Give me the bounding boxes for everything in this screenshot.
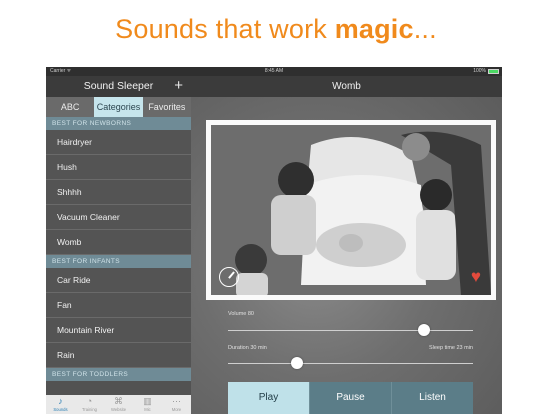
list-item[interactable]: Rain: [46, 343, 191, 368]
sound-list: BEST FOR NEWBORNS Hairdryer Hush Shhhh V…: [46, 117, 191, 381]
list-item[interactable]: Vacuum Cleaner: [46, 205, 191, 230]
volume-slider-knob[interactable]: [418, 324, 430, 336]
segment-favorites[interactable]: Favorites: [143, 97, 191, 117]
now-playing-title: Womb: [191, 76, 502, 97]
list-item[interactable]: Fan: [46, 293, 191, 318]
segment-categories[interactable]: Categories: [94, 97, 143, 117]
tab-label: More: [171, 407, 182, 412]
tab-sounds[interactable]: ♪ Sounds: [46, 395, 75, 414]
tab-label: Sounds: [53, 407, 68, 412]
listen-button[interactable]: Listen: [391, 382, 473, 414]
baby-photo: ♥: [211, 125, 491, 295]
mic-icon: ▥: [143, 396, 152, 406]
sleep-time-label: Sleep time 23 min: [428, 345, 473, 351]
more-icon: ⋯: [172, 396, 181, 406]
photo-illustration: [211, 125, 491, 295]
sound-list-panel: Sound Sleeper + ABC Categories Favorites…: [46, 76, 191, 414]
section-header-infants: BEST FOR INFANTS: [46, 255, 191, 268]
tab-mic[interactable]: ▥ Mic: [133, 395, 162, 414]
volume-slider-track[interactable]: [228, 330, 473, 331]
duration-slider-track[interactable]: [228, 363, 473, 364]
heart-icon[interactable]: ♥: [471, 268, 481, 285]
ipad-screen: Carrier ᯤ 8:45 AM 100% Sound Sleeper + A…: [46, 67, 502, 414]
tab-website[interactable]: ⌘ Website: [104, 395, 133, 414]
music-note-icon: ♪: [58, 396, 63, 406]
status-bar: Carrier ᯤ 8:45 AM 100%: [46, 67, 502, 76]
list-item[interactable]: Shhhh: [46, 180, 191, 205]
list-item[interactable]: Mountain River: [46, 318, 191, 343]
timer-icon[interactable]: [219, 267, 239, 287]
battery-percent: 100%: [473, 68, 486, 74]
app-title: Sound Sleeper: [83, 80, 154, 92]
add-icon[interactable]: +: [174, 76, 183, 97]
headline-suffix: ...: [413, 14, 437, 44]
sound-photo-frame: ♥: [206, 120, 496, 300]
tab-more[interactable]: ⋯ More: [162, 395, 191, 414]
promo-headline: Sounds that work magic...: [0, 14, 552, 45]
sort-segmented-control: ABC Categories Favorites: [46, 97, 191, 117]
tab-training[interactable]: ◔ Training: [75, 395, 104, 414]
player-panel: Womb ♥ Volume 80 Duration 30 min Sleep t…: [191, 76, 502, 414]
list-item[interactable]: Hairdryer: [46, 130, 191, 155]
duration-slider-knob[interactable]: [290, 357, 303, 369]
volume-label: Volume 80: [228, 311, 254, 317]
duration-label: Duration 30 min: [228, 345, 267, 351]
headline-emphasis: magic: [334, 14, 414, 44]
clock-label: 8:45 AM: [264, 68, 284, 74]
list-item[interactable]: Hush: [46, 155, 191, 180]
tab-label: Mic: [144, 407, 151, 412]
section-header-newborns: BEST FOR NEWBORNS: [46, 117, 191, 130]
tab-label: Training: [82, 407, 97, 412]
list-item[interactable]: Womb: [46, 230, 191, 255]
tab-bar: ♪ Sounds ◔ Training ⌘ Website ▥ Mic ⋯ Mo…: [46, 395, 191, 414]
headline-text: Sounds that work: [115, 14, 335, 44]
pause-button[interactable]: Pause: [309, 382, 391, 414]
tab-label: Website: [110, 407, 127, 412]
tag-icon: ⌘: [114, 396, 123, 406]
playback-controls: Play Pause Listen: [228, 382, 473, 414]
left-nav-bar: Sound Sleeper +: [46, 76, 191, 97]
battery-icon: [488, 69, 499, 74]
section-header-toddlers: BEST FOR TODDLERS: [46, 368, 191, 381]
play-button[interactable]: Play: [228, 382, 309, 414]
segment-abc[interactable]: ABC: [46, 97, 94, 117]
chart-icon: ◔: [86, 396, 93, 406]
list-item[interactable]: Car Ride: [46, 268, 191, 293]
